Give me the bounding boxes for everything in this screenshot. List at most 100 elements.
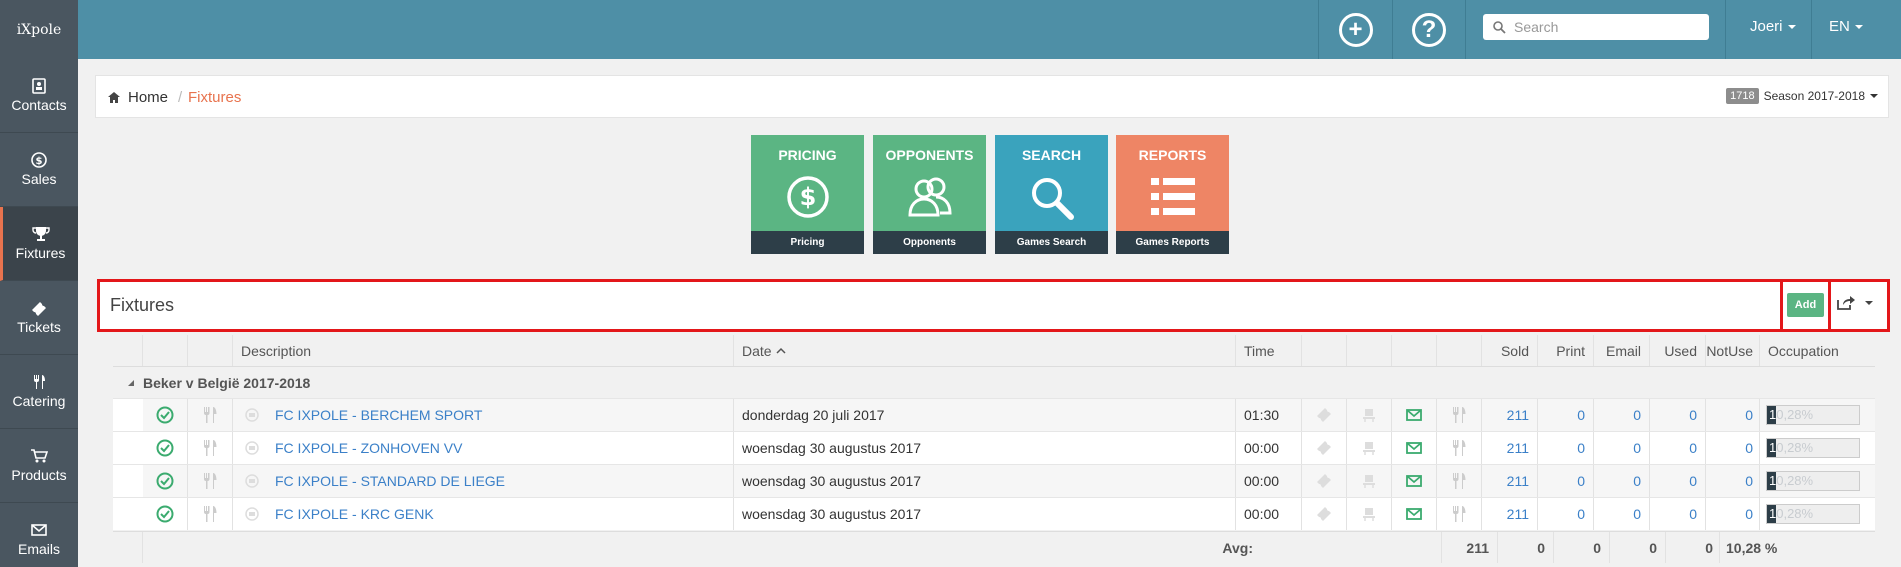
sidebar-item-contacts[interactable]: Contacts	[0, 59, 78, 133]
export-menu[interactable]	[1837, 295, 1873, 310]
header-email[interactable]: Email	[1594, 335, 1650, 366]
tile-opponents[interactable]: OPPONENTS Opponents	[873, 135, 986, 254]
table-row[interactable]: FC IXPOLE - BERCHEM SPORT donderdag 20 j…	[113, 398, 1875, 431]
print-cell[interactable]: 0	[1538, 465, 1594, 497]
mail-cell[interactable]	[1392, 399, 1437, 431]
fixture-link[interactable]: FC IXPOLE - KRC GENK	[275, 506, 434, 522]
header-seat	[1347, 335, 1392, 366]
seat-cell[interactable]	[1347, 465, 1392, 497]
season-selector[interactable]: 1718 Season 2017-2018	[1726, 88, 1878, 104]
used-cell[interactable]: 0	[1650, 432, 1706, 464]
fixtures-panel-header: Fixtures Add	[97, 279, 1890, 332]
notuse-cell[interactable]: 0	[1706, 465, 1760, 497]
mail-cell[interactable]	[1392, 465, 1437, 497]
help-button[interactable]: ?	[1392, 0, 1466, 59]
header-occupation[interactable]: Occupation	[1760, 335, 1875, 366]
tickets-cell[interactable]	[1302, 399, 1347, 431]
seat-cell[interactable]	[1347, 432, 1392, 464]
food-cell[interactable]	[1437, 465, 1482, 497]
club-badge-icon	[245, 507, 259, 521]
tile-title: REPORTS	[1138, 147, 1207, 163]
tickets-cell[interactable]	[1302, 498, 1347, 530]
app-logo[interactable]: iXpole	[0, 0, 78, 59]
print-cell[interactable]: 0	[1538, 432, 1594, 464]
mail-cell[interactable]	[1392, 498, 1437, 530]
mail-cell[interactable]	[1392, 432, 1437, 464]
tickets-cell[interactable]	[1302, 432, 1347, 464]
header-time[interactable]: Time	[1236, 335, 1302, 366]
cutlery-icon	[1453, 473, 1466, 489]
group-row[interactable]: Beker v België 2017-2018	[113, 368, 1875, 398]
envelope-icon	[1406, 442, 1422, 454]
magnifier-icon	[995, 175, 1108, 221]
search-input[interactable]	[1514, 19, 1694, 35]
sidebar-item-tickets[interactable]: Tickets	[0, 281, 78, 355]
fixture-link[interactable]: FC IXPOLE - BERCHEM SPORT	[275, 407, 482, 423]
divider	[1725, 0, 1726, 59]
table-row[interactable]: FC IXPOLE - KRC GENK woensdag 30 augustu…	[113, 497, 1875, 530]
used-cell[interactable]: 0	[1650, 465, 1706, 497]
email-cell[interactable]: 0	[1594, 399, 1650, 431]
header-label: Occupation	[1768, 342, 1839, 359]
header-label: Description	[241, 342, 312, 359]
sidebar-item-catering[interactable]: Catering	[0, 355, 78, 429]
sidebar-item-fixtures[interactable]: Fixtures	[0, 207, 78, 281]
occupation-label: 10,28%	[1769, 440, 1813, 455]
tickets-cell[interactable]	[1302, 465, 1347, 497]
table-row[interactable]: FC IXPOLE - ZONHOVEN VV woensdag 30 augu…	[113, 431, 1875, 464]
tile-reports[interactable]: REPORTS Games Reports	[1116, 135, 1229, 254]
seat-cell[interactable]	[1347, 498, 1392, 530]
email-cell[interactable]: 0	[1594, 498, 1650, 530]
header-print[interactable]: Print	[1538, 335, 1594, 366]
notuse-cell[interactable]: 0	[1706, 498, 1760, 530]
print-cell[interactable]: 0	[1538, 498, 1594, 530]
sold-cell[interactable]: 211	[1482, 432, 1538, 464]
home-icon	[108, 92, 120, 103]
user-menu[interactable]: Joeri	[1750, 18, 1796, 35]
tile-search[interactable]: SEARCH Games Search	[995, 135, 1108, 254]
season-badge: 1718	[1726, 88, 1759, 104]
sidebar-item-emails[interactable]: Emails	[0, 503, 78, 567]
seat-cell[interactable]	[1347, 399, 1392, 431]
catering-cell	[188, 465, 233, 497]
add-fixture-button[interactable]: Add	[1787, 293, 1824, 317]
sold-cell[interactable]: 211	[1482, 498, 1538, 530]
table-row[interactable]: FC IXPOLE - STANDARD DE LIEGE woensdag 3…	[113, 464, 1875, 497]
fixture-link[interactable]: FC IXPOLE - STANDARD DE LIEGE	[275, 473, 505, 489]
footer-notuse: 0	[1666, 532, 1720, 563]
used-cell[interactable]: 0	[1650, 498, 1706, 530]
add-new-button[interactable]: +	[1318, 0, 1392, 59]
sidebar-item-sales[interactable]: $ Sales	[0, 133, 78, 207]
food-cell[interactable]	[1437, 432, 1482, 464]
food-cell[interactable]	[1437, 399, 1482, 431]
email-cell[interactable]: 0	[1594, 432, 1650, 464]
date-cell: woensdag 30 augustus 2017	[734, 465, 1236, 497]
notuse-cell[interactable]: 0	[1706, 432, 1760, 464]
email-cell[interactable]: 0	[1594, 465, 1650, 497]
used-cell[interactable]: 0	[1650, 399, 1706, 431]
header-description[interactable]: Description	[233, 335, 734, 366]
sidebar-item-label: Sales	[21, 171, 57, 187]
breadcrumb-home[interactable]: Home	[108, 89, 168, 106]
cutlery-icon	[1453, 506, 1466, 522]
language-menu[interactable]: EN	[1829, 18, 1863, 35]
users-icon	[873, 175, 986, 219]
sidebar-item-products[interactable]: Products	[0, 429, 78, 503]
footer-indent	[113, 532, 143, 563]
print-cell[interactable]: 0	[1538, 399, 1594, 431]
check-circle-icon	[156, 406, 174, 424]
sold-cell[interactable]: 211	[1482, 465, 1538, 497]
header-date[interactable]: Date	[734, 335, 1236, 366]
header-used[interactable]: Used	[1650, 335, 1706, 366]
tile-pricing[interactable]: PRICING $ Pricing	[751, 135, 864, 254]
catering-cell	[188, 498, 233, 530]
table-footer-row: Avg: 211 0 0 0 0 10,28 %	[113, 531, 1875, 563]
sold-cell[interactable]: 211	[1482, 399, 1538, 431]
food-cell[interactable]	[1437, 498, 1482, 530]
fixture-link[interactable]: FC IXPOLE - ZONHOVEN VV	[275, 440, 462, 456]
header-notuse[interactable]: NotUse	[1706, 335, 1760, 366]
notuse-cell[interactable]: 0	[1706, 399, 1760, 431]
tile-footer: Games Search	[995, 231, 1108, 254]
club-badge-icon	[245, 441, 259, 455]
header-sold[interactable]: Sold	[1482, 335, 1538, 366]
